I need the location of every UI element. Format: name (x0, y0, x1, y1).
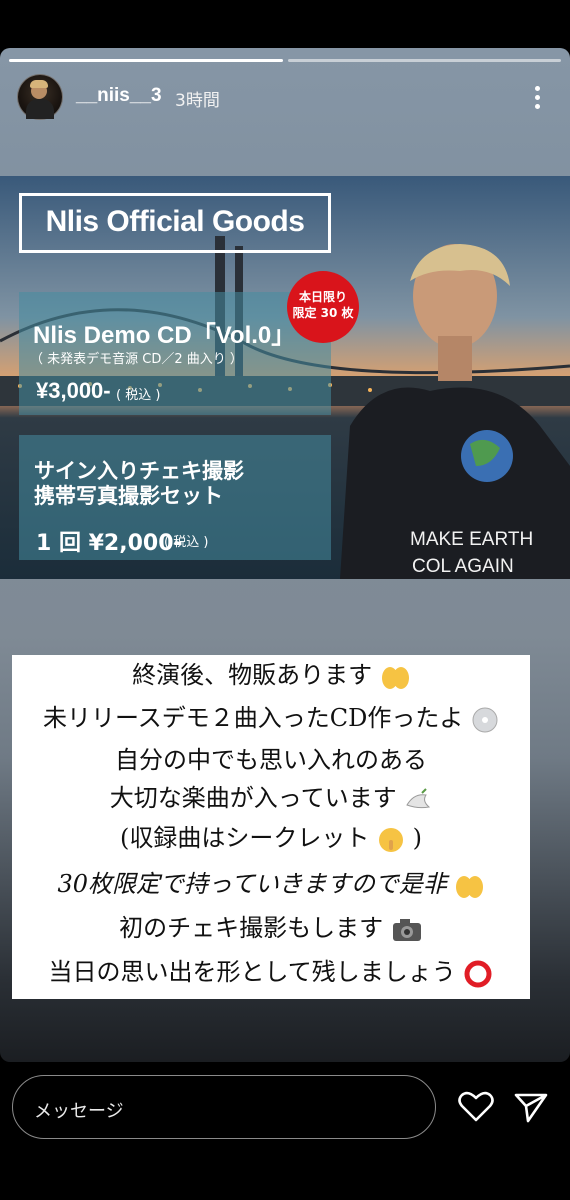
caption-line-4: 大切な楽曲が入っています (12, 778, 530, 813)
message-placeholder: メッセージ (34, 1101, 124, 1122)
shirt-print-line1: MAKE EARTH (410, 529, 534, 550)
caption-line-3: 自分の中でも思い入れのある (12, 740, 530, 775)
limited-badge: 本日限り 限定 30 枚 (287, 271, 359, 343)
disc-emoji (472, 707, 498, 732)
cd-subtitle: （ 未発表デモ音源 CD／2 曲入り ） (30, 352, 243, 367)
caption-text-2: 未リリースデモ２曲入ったCD作ったよ (42, 704, 464, 732)
cheki-price: 1 回 ¥2,000- (36, 531, 183, 556)
caption-text-7: 初のチェキ撮影もします (119, 914, 384, 942)
more-icon[interactable] (524, 82, 550, 112)
caption-line-1: 終演後、物販あります (12, 655, 530, 691)
cd-tax-note: ( 税込 ) (116, 388, 161, 403)
cd-title: Nlis Demo CD「Vol.0」 (33, 322, 296, 349)
caption-line-6: 30枚限定で持っていきますので是非 (12, 864, 530, 900)
badge-line-2: 限定 30 枚 (292, 306, 354, 320)
avatar[interactable] (17, 74, 63, 120)
cd-price: ¥3,000- (36, 378, 111, 403)
story-progress-segment-1 (9, 59, 283, 62)
caption-line-8: 当日の思い出を形として残しましょう (12, 952, 530, 989)
heart-icon[interactable] (458, 1091, 494, 1123)
caption-text-1: 終演後、物販あります (132, 661, 373, 689)
badge-line-1: 本日限り (298, 290, 347, 304)
circle-emoji (464, 960, 492, 987)
dove-emoji (406, 787, 431, 808)
caption-line-7: 初のチェキ撮影もします (12, 908, 530, 943)
caption-text-3: 自分の中でも思い入れのある (115, 746, 427, 774)
caption-text-5b: ) (412, 824, 423, 852)
cheki-title-line2: 携帯写真撮影セット (34, 484, 223, 508)
story-progress-segment-2 (288, 59, 561, 62)
caption-text-6: 30枚限定で持っていきますので是非 (57, 870, 447, 898)
caption-text-8: 当日の思い出を形として残しましょう (48, 958, 456, 986)
shush-emoji (379, 827, 403, 852)
camera-emoji (392, 918, 421, 941)
goods-title: Nlis Official Goods (45, 205, 305, 238)
cheki-tax-note: ( 税込 ) (164, 535, 209, 550)
caption-line-5: (収録曲はシークレット ) (12, 818, 530, 854)
caption-text-4: 大切な楽曲が入っています (109, 784, 397, 812)
hands-emoji (456, 875, 484, 898)
send-icon[interactable] (513, 1090, 549, 1124)
caption-text-5: (収録曲はシークレット (119, 824, 370, 852)
hands-emoji (381, 666, 409, 689)
caption-line-2: 未リリースデモ２曲入ったCD作ったよ (12, 698, 530, 734)
story-username[interactable]: __niis__3 (76, 85, 162, 107)
shirt-print-line2: COL AGAIN (412, 556, 514, 577)
story-timestamp: 3時間 (175, 91, 220, 111)
